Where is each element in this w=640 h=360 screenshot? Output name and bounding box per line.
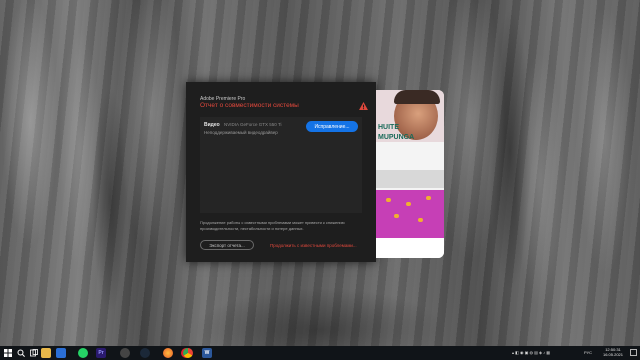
splash-middle-photo [376, 170, 444, 188]
issue-device-name: NVIDIA GeForce GTX 550 Ti [224, 122, 282, 127]
fix-button[interactable]: Исправление... [306, 121, 358, 132]
splash-text-mupunga: MUPUNGA [378, 134, 415, 141]
butterfly-icon [394, 214, 399, 218]
search-icon[interactable] [17, 349, 25, 357]
butterfly-icon [426, 196, 431, 200]
system-compatibility-dialog: Adobe Premiere Pro Отчет о совместимости… [186, 82, 376, 262]
firefox-icon[interactable] [163, 348, 173, 358]
file-explorer-icon[interactable] [41, 348, 51, 358]
windows-start-icon[interactable] [4, 349, 12, 357]
notifications-icon[interactable] [630, 349, 637, 357]
chrome-icon[interactable] [183, 348, 193, 358]
splash-artwork: HUITE MUPUNGA [376, 90, 444, 258]
store-icon[interactable] [56, 348, 66, 358]
warning-triangle-icon [359, 102, 368, 110]
task-view-icon[interactable] [30, 349, 38, 357]
butterfly-icon [406, 202, 411, 206]
dialog-title: Отчет о совместимости системы [200, 102, 299, 109]
issue-category-label: Видео [204, 122, 220, 128]
splash-hair-image [394, 90, 440, 104]
whatsapp-icon[interactable] [78, 348, 88, 358]
butterfly-icon [386, 198, 391, 202]
splash-footer [376, 238, 444, 258]
export-report-button[interactable]: Экспорт отчета... [200, 240, 254, 250]
word-icon[interactable]: W [202, 348, 212, 358]
issue-description: Неподдерживаемый видеодрайвер [204, 130, 278, 135]
language-indicator[interactable]: РУС [584, 350, 592, 355]
steam-icon[interactable] [140, 348, 150, 358]
warning-notice: Продолжение работы с известными проблема… [200, 220, 345, 231]
tray-icons[interactable]: ▴ ◧ ◉ ▣ ◍ ▤ ◈ ♪ ▦ [512, 350, 550, 355]
continue-with-issues-link[interactable]: Продолжить с известными проблемами... [270, 243, 357, 248]
butterfly-icon [418, 218, 423, 222]
system-clock[interactable]: 12:50:31 16.05.2021 [600, 347, 626, 357]
obs-icon[interactable] [120, 348, 130, 358]
premiere-pro-icon[interactable]: Pr [96, 348, 106, 358]
clock-date: 16.05.2021 [602, 352, 624, 357]
splash-text-huite: HUITE [378, 124, 399, 131]
